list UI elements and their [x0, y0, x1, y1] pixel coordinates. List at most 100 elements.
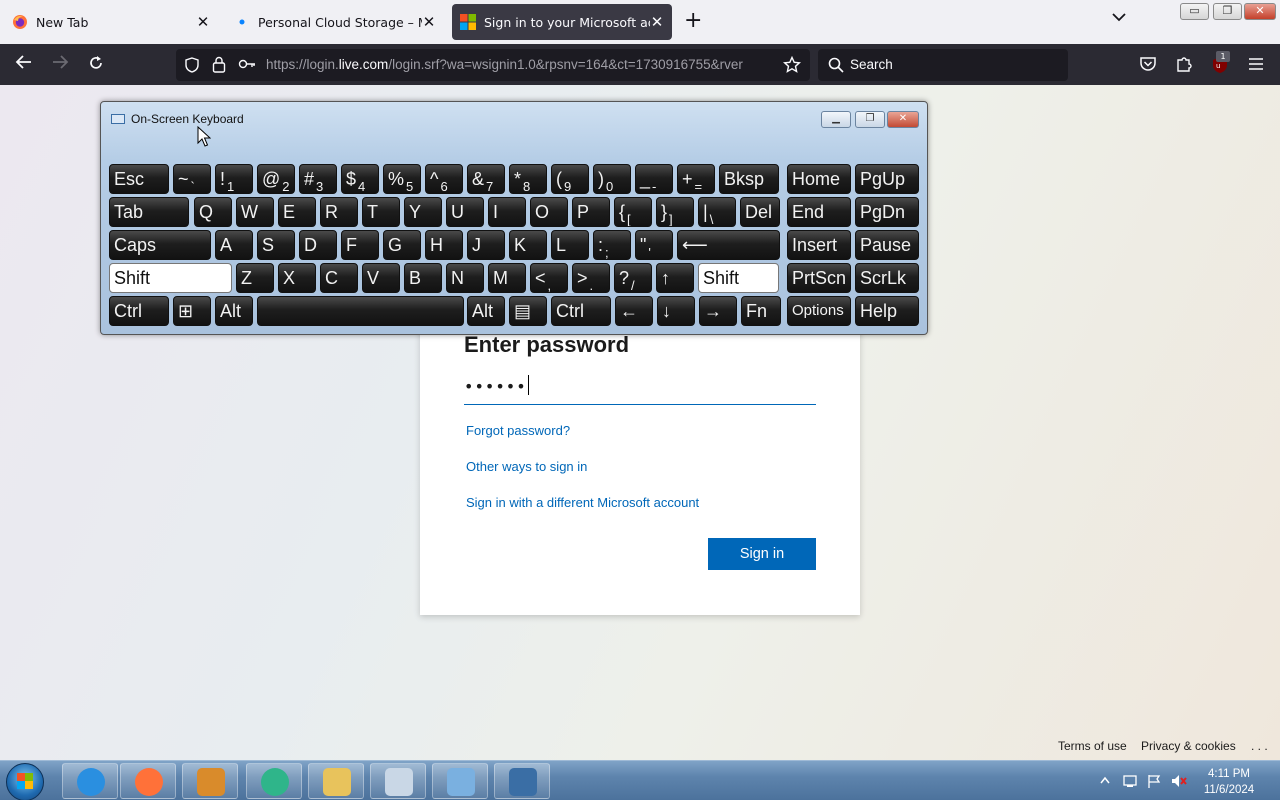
taskbar-app-button[interactable] [120, 763, 176, 799]
osk-key[interactable]: Pause [855, 230, 919, 260]
restore-button[interactable]: ❐ [1213, 3, 1242, 20]
osk-key[interactable]: Z [236, 263, 274, 293]
osk-key[interactable]: A [215, 230, 253, 260]
minimize-button[interactable]: ▭ [1180, 3, 1209, 20]
osk-key[interactable]: V [362, 263, 400, 293]
osk-key[interactable]: " ' [635, 230, 673, 260]
chevron-down-icon[interactable] [1112, 10, 1126, 26]
osk-key[interactable]: Esc [109, 164, 169, 194]
osk-key[interactable]: Tab [109, 197, 189, 227]
osk-key[interactable]: ? / [614, 263, 652, 293]
osk-key[interactable]: Home [787, 164, 851, 194]
taskbar-app-button[interactable] [432, 763, 488, 799]
tab-cloud-storage[interactable]: Personal Cloud Storage – Micros ✕ [226, 4, 444, 40]
osk-key[interactable]: ⟵ [677, 230, 780, 260]
close-tab-icon[interactable]: ✕ [196, 13, 210, 31]
tray-expand-icon[interactable] [1100, 776, 1110, 784]
osk-key[interactable]: Alt [467, 296, 505, 326]
osk-key[interactable]: ! 1 [215, 164, 253, 194]
osk-key[interactable]: S [257, 230, 295, 260]
close-tab-icon[interactable]: ✕ [650, 13, 664, 31]
more-options-button[interactable]: . . . [1251, 739, 1268, 753]
osk-key[interactable]: B [404, 263, 442, 293]
osk-close-button[interactable]: ✕ [887, 111, 919, 128]
osk-key[interactable]: K [509, 230, 547, 260]
extensions-puzzle-icon[interactable] [1175, 55, 1193, 73]
osk-key[interactable]: % 5 [383, 164, 421, 194]
taskbar-app-button[interactable] [370, 763, 426, 799]
osk-key[interactable]: | \ [698, 197, 736, 227]
osk-key[interactable]: + = [677, 164, 715, 194]
osk-key[interactable]: N [446, 263, 484, 293]
osk-key[interactable]: Q [194, 197, 232, 227]
lock-icon[interactable] [212, 56, 226, 73]
osk-key[interactable]: @2 [257, 164, 295, 194]
key-permissions-icon[interactable] [238, 58, 256, 70]
tab-microsoft-signin[interactable]: Sign in to your Microsoft accou ✕ [452, 4, 672, 40]
osk-key[interactable]: Options [787, 296, 851, 326]
action-center-icon[interactable] [1122, 773, 1138, 789]
osk-key[interactable]: T [362, 197, 400, 227]
osk-key[interactable]: End [787, 197, 851, 227]
osk-key[interactable]: → [699, 296, 737, 326]
osk-key[interactable]: #3 [299, 164, 337, 194]
osk-key[interactable]: ^ 6 [425, 164, 463, 194]
osk-key[interactable]: X [278, 263, 316, 293]
osk-key[interactable]: M [488, 263, 526, 293]
osk-key[interactable]: I [488, 197, 526, 227]
osk-key[interactable]: & 7 [467, 164, 505, 194]
osk-restore-button[interactable]: ❐ [855, 111, 885, 128]
osk-key[interactable]: L [551, 230, 589, 260]
osk-key[interactable]: <, [530, 263, 568, 293]
osk-key[interactable]: {[ [614, 197, 652, 227]
osk-key[interactable]: U [446, 197, 484, 227]
osk-key[interactable]: (9 [551, 164, 589, 194]
osk-key[interactable]: D [299, 230, 337, 260]
bookmark-star-icon[interactable] [783, 56, 801, 74]
other-ways-link[interactable]: Other ways to sign in [466, 459, 587, 474]
osk-key[interactable]: Alt [215, 296, 253, 326]
osk-key[interactable]: E [278, 197, 316, 227]
volume-muted-icon[interactable] [1170, 773, 1188, 789]
taskbar-app-button[interactable] [308, 763, 364, 799]
osk-key[interactable]: }] [656, 197, 694, 227]
osk-key[interactable]: W [236, 197, 274, 227]
osk-key[interactable]: Shift [109, 263, 232, 293]
osk-key[interactable]: O [530, 197, 568, 227]
osk-key[interactable]: ScrLk [855, 263, 919, 293]
sign-in-button[interactable]: Sign in [708, 538, 816, 570]
pocket-icon[interactable] [1139, 55, 1157, 73]
osk-key[interactable]: Insert [787, 230, 851, 260]
privacy-link[interactable]: Privacy & cookies [1141, 739, 1236, 753]
osk-key[interactable] [257, 296, 464, 326]
tab-new-tab[interactable]: New Tab ✕ [4, 4, 218, 40]
search-box[interactable]: Search [818, 49, 1068, 81]
osk-key[interactable]: ⊞ [173, 296, 211, 326]
taskbar-app-button[interactable] [246, 763, 302, 799]
osk-key[interactable]: Fn [741, 296, 781, 326]
hamburger-menu-icon[interactable] [1248, 57, 1264, 71]
osk-key[interactable]: Ctrl [551, 296, 611, 326]
osk-key[interactable]: Ctrl [109, 296, 169, 326]
on-screen-keyboard-window[interactable]: On-Screen Keyboard ▁ ❐ ✕ Esc ~ `! 1 @2 #3 $4% 5… [100, 101, 928, 335]
osk-key[interactable]: ▤ [509, 296, 547, 326]
flag-icon[interactable] [1146, 773, 1162, 789]
taskbar-app-button[interactable] [494, 763, 550, 799]
start-button[interactable] [6, 763, 44, 800]
osk-key[interactable]: Help [855, 296, 919, 326]
osk-key[interactable]: PgDn [855, 197, 919, 227]
shield-icon[interactable] [184, 57, 200, 73]
password-field[interactable]: •••••• [464, 373, 816, 405]
osk-key[interactable]: ← [615, 296, 653, 326]
osk-key[interactable]: F [341, 230, 379, 260]
osk-key[interactable]: J [467, 230, 505, 260]
osk-key[interactable]: $4 [341, 164, 379, 194]
osk-key[interactable]: P [572, 197, 610, 227]
osk-key[interactable]: C [320, 263, 358, 293]
terms-link[interactable]: Terms of use [1058, 739, 1127, 753]
osk-key[interactable]: ↓ [657, 296, 695, 326]
osk-minimize-button[interactable]: ▁ [821, 111, 851, 128]
system-clock[interactable]: 4:11 PM 11/6/2024 [1196, 766, 1262, 798]
osk-key[interactable]: PrtScn [787, 263, 851, 293]
taskbar-app-button[interactable] [182, 763, 238, 799]
